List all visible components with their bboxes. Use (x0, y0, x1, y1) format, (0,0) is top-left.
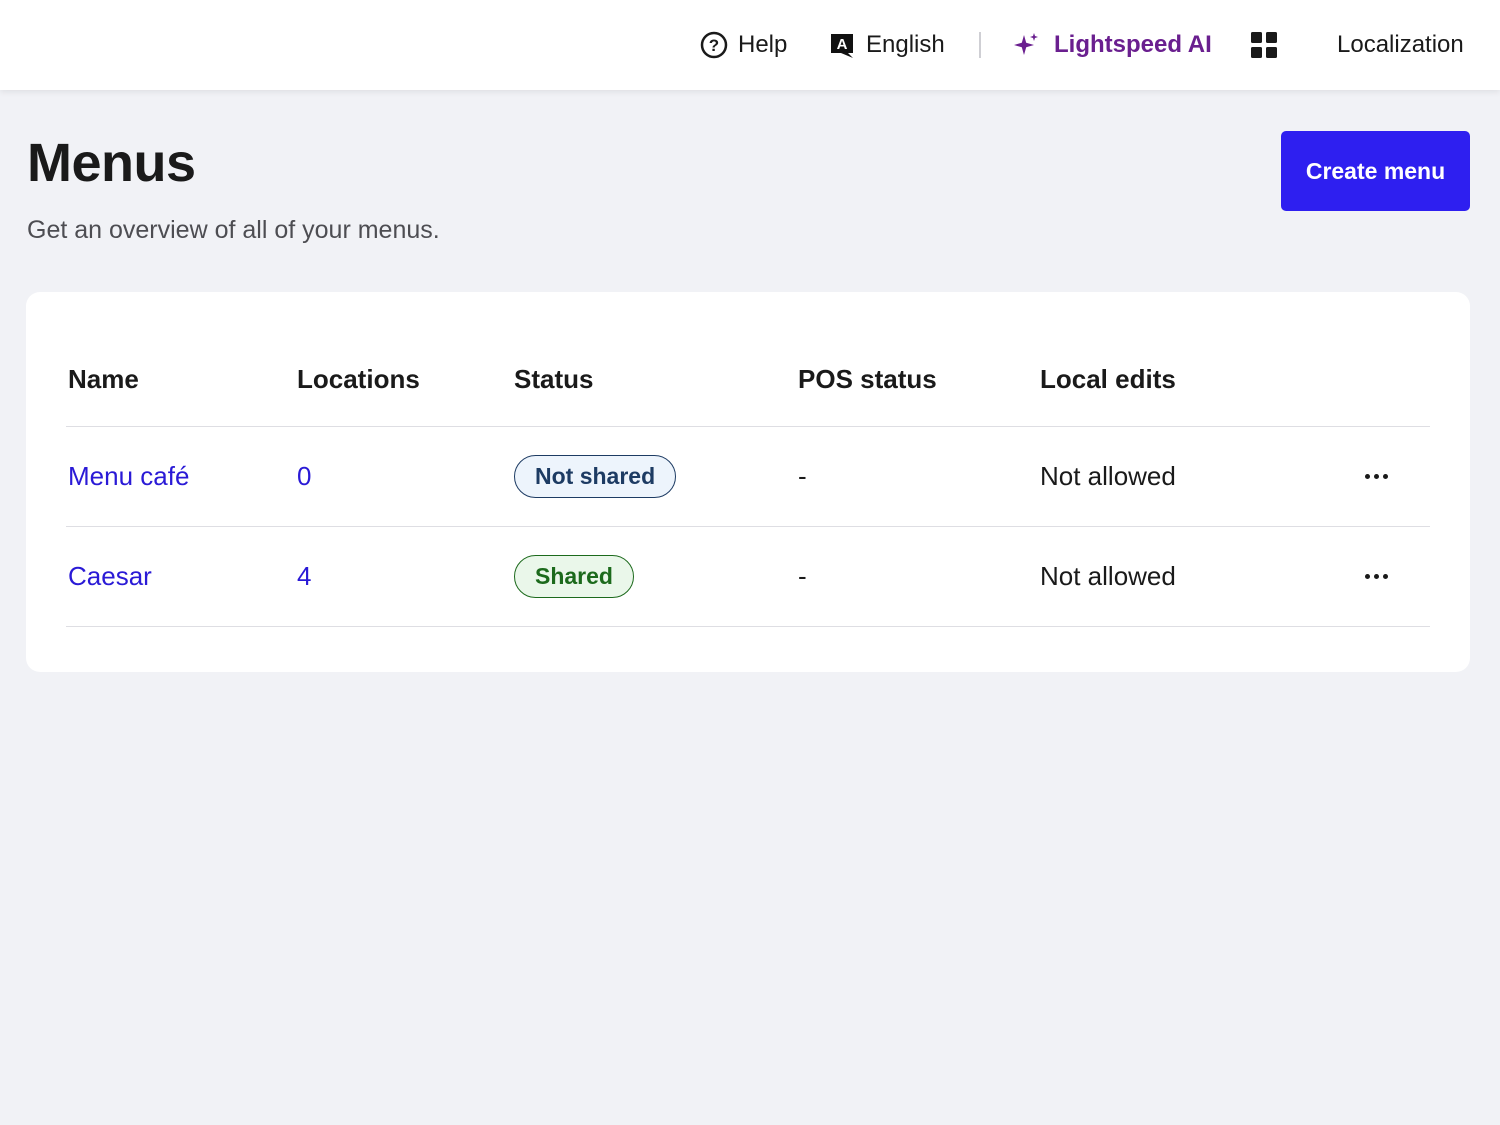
pos-status-value: - (798, 561, 807, 591)
menus-table: Name Locations Status POS status Local e… (66, 332, 1430, 627)
column-header-status: Status (514, 363, 594, 394)
create-menu-button[interactable]: Create menu (1281, 131, 1470, 211)
sparkle-icon (1014, 32, 1040, 58)
menu-name-link[interactable]: Menu café (68, 461, 189, 492)
localization-label: Localization (1337, 31, 1464, 58)
help-link[interactable]: ? Help (700, 0, 787, 90)
more-horizontal-icon[interactable] (1364, 574, 1388, 579)
question-circle-icon: ? (700, 31, 728, 59)
svg-text:?: ? (709, 36, 719, 55)
translate-icon: A (828, 31, 856, 59)
table-row: Caesar 4 Shared - Not allowed (66, 527, 1430, 627)
local-edits-value: Not allowed (1040, 461, 1176, 491)
top-bar: ? Help A English Lightspeed AI Localizat… (0, 0, 1500, 90)
apps-button[interactable] (1250, 0, 1288, 90)
status-badge: Shared (514, 555, 634, 598)
pos-status-value: - (798, 461, 807, 491)
more-horizontal-icon[interactable] (1364, 474, 1388, 479)
status-badge: Not shared (514, 455, 677, 498)
lightspeed-ai-button[interactable]: Lightspeed AI (1014, 0, 1212, 90)
localization-link[interactable]: Localization (1337, 0, 1464, 90)
menus-table-card: Name Locations Status POS status Local e… (26, 292, 1470, 672)
language-selector[interactable]: A English (828, 0, 945, 90)
column-header-pos-status: POS status (798, 363, 937, 394)
help-label: Help (738, 31, 788, 58)
page-subtitle: Get an overview of all of your menus. (27, 216, 440, 244)
locations-count-link[interactable]: 4 (297, 561, 311, 592)
table-row: Menu café 0 Not shared - Not allowed (66, 427, 1430, 527)
column-header-name: Name (68, 363, 139, 394)
column-header-locations: Locations (297, 363, 420, 394)
locations-count-link[interactable]: 0 (297, 461, 311, 492)
table-header: Name Locations Status POS status Local e… (66, 332, 1430, 427)
page-title: Menus (27, 133, 196, 193)
menu-name-link[interactable]: Caesar (68, 561, 152, 592)
svg-text:A: A (837, 36, 848, 53)
grid-icon (1250, 31, 1278, 59)
language-label: English (866, 31, 945, 58)
column-header-local-edits: Local edits (1040, 363, 1176, 394)
local-edits-value: Not allowed (1040, 561, 1176, 591)
topbar-divider (979, 32, 981, 58)
lightspeed-ai-label: Lightspeed AI (1054, 31, 1212, 58)
